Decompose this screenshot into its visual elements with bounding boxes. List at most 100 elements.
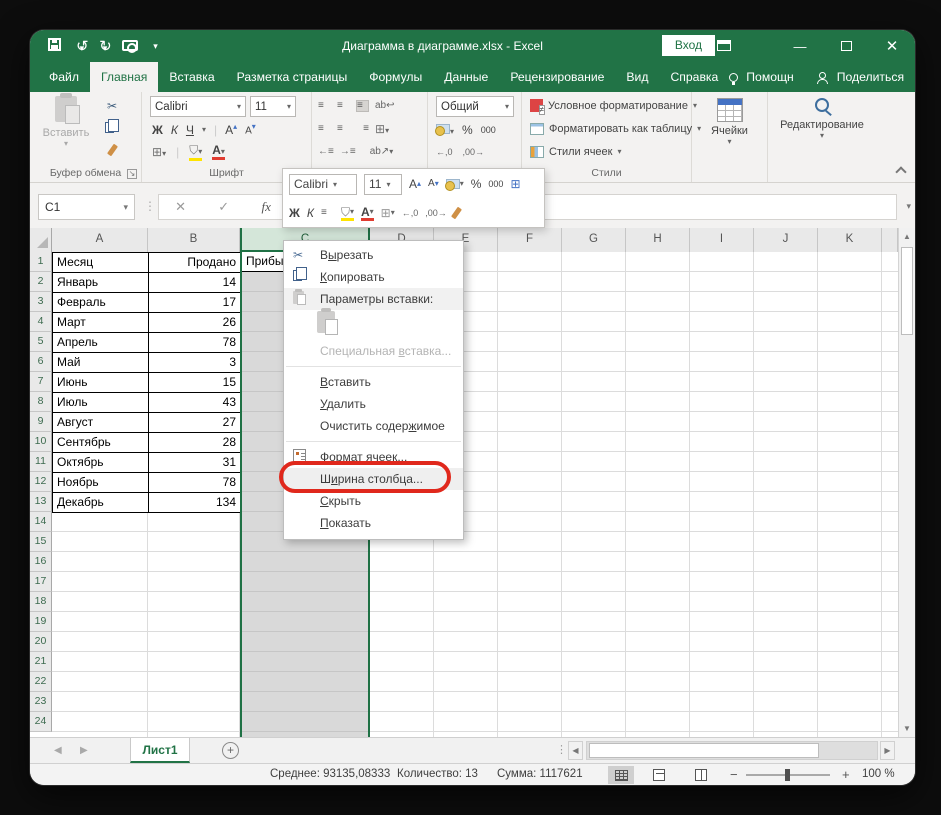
cell-A1[interactable]: Месяц bbox=[53, 253, 149, 273]
mini-borders-icon[interactable]: ⊞▾ bbox=[381, 207, 395, 219]
cell-B8[interactable]: 43 bbox=[149, 393, 240, 413]
collapse-ribbon-icon[interactable] bbox=[895, 166, 906, 177]
copy-icon[interactable]: ▾ bbox=[100, 118, 124, 137]
camera-icon[interactable] bbox=[122, 39, 138, 54]
row-header-13[interactable]: 13 bbox=[30, 492, 52, 512]
cell-A4[interactable]: Март bbox=[53, 313, 149, 333]
mini-align-center-icon[interactable]: ≡ bbox=[321, 208, 334, 218]
row-header-12[interactable]: 12 bbox=[30, 472, 52, 492]
row-header-21[interactable]: 21 bbox=[30, 652, 52, 672]
fill-color-button[interactable]: ⛉▾ bbox=[189, 143, 202, 161]
row-header-10[interactable]: 10 bbox=[30, 432, 52, 452]
menu-item-clear-contents[interactable]: Очистить содержимое bbox=[284, 415, 463, 437]
tab-Вставка[interactable]: Вставка bbox=[158, 62, 225, 92]
cell-B12[interactable]: 78 bbox=[149, 473, 240, 493]
cell-B11[interactable]: 31 bbox=[149, 453, 240, 473]
row-header-16[interactable]: 16 bbox=[30, 552, 52, 572]
row-header-1[interactable]: 1 bbox=[30, 252, 52, 272]
mini-increase-decimal-icon[interactable]: ←,0 bbox=[402, 209, 419, 218]
font-name-combo[interactable]: Calibri▾ bbox=[150, 96, 246, 117]
mini-shrink-font-icon[interactable]: А▾ bbox=[428, 179, 439, 189]
menu-item-cut[interactable]: ✂Вырезать bbox=[284, 244, 463, 266]
mini-accounting-icon[interactable]: ▾ bbox=[446, 179, 464, 189]
row-header-5[interactable]: 5 bbox=[30, 332, 52, 352]
scroll-right-icon[interactable]: ▶ bbox=[880, 741, 895, 760]
menu-item-copy[interactable]: Копировать bbox=[284, 266, 463, 288]
row-header-8[interactable]: 8 bbox=[30, 392, 52, 412]
cell-A10[interactable]: Сентябрь bbox=[53, 433, 149, 453]
menu-item-delete[interactable]: Удалить bbox=[284, 393, 463, 415]
decrease-decimal-icon[interactable]: ,00→ bbox=[463, 147, 485, 157]
conditional-formatting-button[interactable]: Условное форматирование▾ bbox=[530, 96, 697, 115]
cell-A13[interactable]: Декабрь bbox=[53, 493, 149, 513]
row-header-19[interactable]: 19 bbox=[30, 612, 52, 632]
column-header-F[interactable]: F bbox=[498, 228, 562, 252]
tab-Рецензирование[interactable]: Рецензирование bbox=[499, 62, 615, 92]
column-header-J[interactable]: J bbox=[754, 228, 818, 252]
row-header-6[interactable]: 6 bbox=[30, 352, 52, 372]
cell-A3[interactable]: Февраль bbox=[53, 293, 149, 313]
row-header-3[interactable]: 3 bbox=[30, 292, 52, 312]
cell-A12[interactable]: Ноябрь bbox=[53, 473, 149, 493]
mini-merge-icon[interactable]: ⊞ bbox=[510, 178, 520, 190]
format-painter-icon[interactable] bbox=[100, 140, 124, 159]
tab-Формулы[interactable]: Формулы bbox=[358, 62, 433, 92]
tab-Справка[interactable]: Справка bbox=[659, 62, 729, 92]
mini-italic-icon[interactable]: К bbox=[307, 207, 314, 219]
mini-percent-icon[interactable]: % bbox=[471, 178, 482, 190]
cell-B6[interactable]: 3 bbox=[149, 353, 240, 373]
horizontal-scrollbar[interactable] bbox=[586, 741, 878, 760]
column-header-K[interactable]: K bbox=[818, 228, 882, 252]
grow-font-button[interactable]: А▴ bbox=[225, 122, 237, 137]
cell-B13[interactable]: 134 bbox=[149, 493, 240, 513]
row-header-24[interactable]: 24 bbox=[30, 712, 52, 732]
paste-button[interactable]: Вставить ▾ bbox=[38, 96, 94, 162]
align-bottom-icon[interactable]: ≡ bbox=[356, 100, 369, 112]
row-header-20[interactable]: 20 bbox=[30, 632, 52, 652]
insert-function-icon[interactable]: fx bbox=[261, 199, 270, 215]
row-header-4[interactable]: 4 bbox=[30, 312, 52, 332]
column-header-G[interactable]: G bbox=[562, 228, 626, 252]
tab-Файл[interactable]: Файл bbox=[38, 62, 90, 92]
accounting-format-icon[interactable]: ▾ bbox=[436, 123, 454, 137]
menu-item-show[interactable]: Показать bbox=[284, 512, 463, 534]
font-color-button[interactable]: А▾ bbox=[212, 143, 225, 160]
editing-button[interactable]: Редактирование ▾ bbox=[768, 98, 876, 140]
cell-A9[interactable]: Август bbox=[53, 413, 149, 433]
prev-sheet-icon[interactable]: ◀ bbox=[54, 745, 62, 756]
maximize-button[interactable] bbox=[823, 39, 869, 54]
mini-comma-icon[interactable]: 000 bbox=[488, 180, 503, 189]
menu-item-insert[interactable]: Вставить bbox=[284, 371, 463, 393]
merge-center-icon[interactable]: ⊞▾ bbox=[375, 122, 389, 136]
mini-font-name-combo[interactable]: Calibri▾ bbox=[289, 174, 357, 195]
menu-item-column-width[interactable]: Ширина столбца... bbox=[284, 468, 463, 490]
tab-Вид[interactable]: Вид bbox=[615, 62, 659, 92]
column-header-I[interactable]: I bbox=[690, 228, 754, 252]
zoom-out-icon[interactable]: − bbox=[730, 767, 738, 782]
borders-button[interactable]: ⊞▾ bbox=[152, 145, 166, 159]
tab-scrollbar-splitter[interactable]: ⋮ bbox=[556, 743, 568, 756]
mini-format-painter-icon[interactable] bbox=[454, 207, 459, 219]
orientation-icon[interactable]: ab↗▾ bbox=[370, 146, 394, 157]
horizontal-scroll-thumb[interactable] bbox=[589, 743, 819, 758]
close-button[interactable]: ✕ bbox=[869, 37, 915, 55]
font-size-combo[interactable]: 11▾ bbox=[250, 96, 296, 117]
bold-button[interactable]: Ж bbox=[152, 123, 163, 137]
number-format-combo[interactable]: Общий▾ bbox=[436, 96, 514, 117]
cell-B1[interactable]: Продано bbox=[149, 253, 240, 273]
row-header-14[interactable]: 14 bbox=[30, 512, 52, 532]
comma-style-button[interactable]: 000 bbox=[481, 125, 496, 135]
row-header-18[interactable]: 18 bbox=[30, 592, 52, 612]
italic-button[interactable]: К bbox=[171, 123, 178, 137]
scroll-up-icon[interactable]: ▲ bbox=[899, 228, 915, 245]
align-right-icon[interactable]: ≡ bbox=[356, 124, 369, 134]
ribbon-display-options-icon[interactable] bbox=[701, 39, 747, 54]
cells-button[interactable]: Ячейки ▾ bbox=[692, 98, 767, 146]
mini-decrease-decimal-icon[interactable]: ,00→ bbox=[425, 209, 447, 218]
zoom-in-icon[interactable]: + bbox=[842, 767, 850, 782]
mini-grow-font-icon[interactable]: А▴ bbox=[409, 178, 421, 190]
increase-decimal-icon[interactable]: ←,0 bbox=[436, 147, 453, 157]
row-header-22[interactable]: 22 bbox=[30, 672, 52, 692]
row-header-7[interactable]: 7 bbox=[30, 372, 52, 392]
percent-style-button[interactable]: % bbox=[462, 123, 473, 137]
